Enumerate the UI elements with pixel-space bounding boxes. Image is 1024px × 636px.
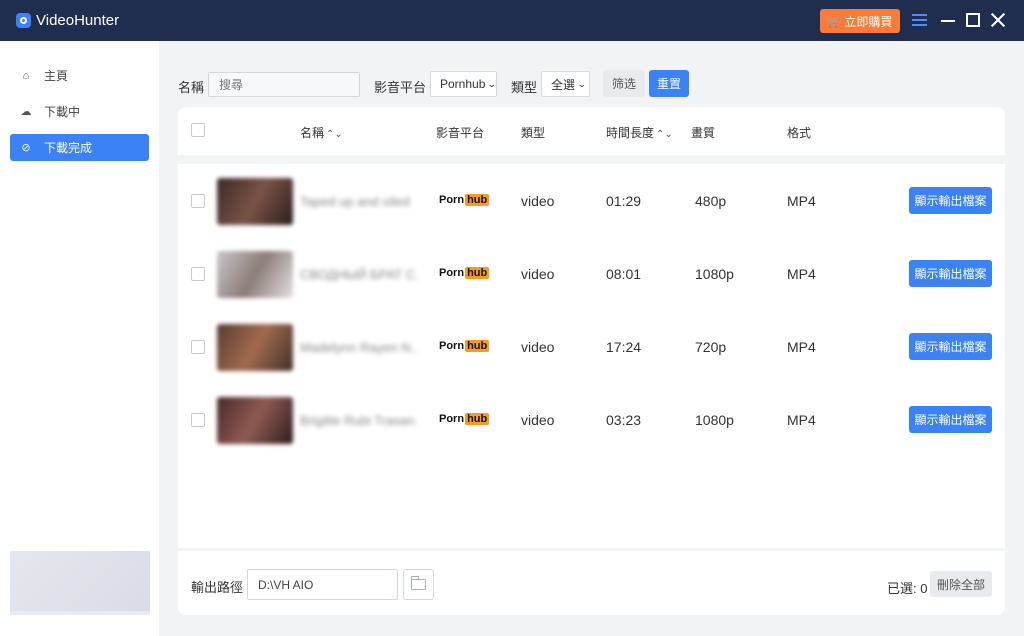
footer-bar: 輸出路徑 D:\VH AIO 已選: 0 刪除全部: [178, 551, 1005, 615]
video-title: Brigitte Rubi Trasan...: [300, 413, 418, 428]
row-checkbox[interactable]: [191, 267, 205, 281]
sort-icon: ⌃⌄: [326, 129, 343, 140]
table-row: Brigitte Rubi Trasan... Porn hub video 03…: [178, 383, 1005, 456]
sidebar-item-label: 下載完成: [44, 141, 93, 155]
cart-icon: 🛒: [827, 15, 842, 28]
video-title: СВОДНЫЙ БРАТ С...: [300, 267, 418, 282]
title-bar: VideoHunter 🛒 立即購買: [0, 0, 1024, 41]
minimize-icon[interactable]: [941, 20, 955, 22]
search-input[interactable]: [208, 72, 360, 97]
table-row: СВОДНЫЙ БРАТ С... Porn hub video 08:01 10…: [178, 237, 1005, 310]
filter-button[interactable]: 筛选: [603, 70, 645, 97]
selected-count: 已選: 0: [887, 581, 928, 596]
video-thumbnail: [217, 324, 293, 371]
chevron-down-icon: ⌄: [576, 78, 587, 89]
download-cloud-icon: ☁: [20, 106, 32, 118]
video-type: video: [521, 266, 555, 282]
app-title: VideoHunter: [36, 12, 120, 29]
sidebar-item-label: 下載中: [44, 105, 81, 119]
output-path-label: 輸出路徑: [191, 580, 244, 595]
platform-select-value: Pornhub: [440, 77, 486, 91]
folder-icon: [411, 576, 426, 590]
video-thumbnail: [217, 397, 293, 444]
table-row: Taped up and oiled Porn hub video 01:29 4…: [178, 164, 1005, 237]
browse-folder-button[interactable]: [403, 569, 434, 600]
chevron-down-icon: ⌄: [487, 78, 498, 89]
maximize-icon[interactable]: [966, 13, 980, 27]
close-icon[interactable]: [990, 12, 1006, 28]
video-type: video: [521, 193, 555, 209]
sidebar-item-completed[interactable]: ⊘ 下載完成: [10, 134, 149, 161]
type-select[interactable]: 全選 ⌄: [541, 71, 590, 97]
delete-all-button[interactable]: 刪除全部: [930, 571, 992, 597]
video-quality: 720p: [695, 339, 727, 355]
promo-card[interactable]: [10, 551, 150, 611]
column-header-name[interactable]: 名稱 ⌃⌄: [300, 124, 343, 141]
home-icon: ⌂: [22, 69, 30, 82]
column-header-format: 格式: [787, 126, 812, 140]
video-thumbnail: [217, 178, 293, 225]
sidebar: ⌂ 主頁 ☁ 下載中 ⊘ 下載完成: [0, 41, 159, 636]
sidebar-item-label: 主頁: [44, 69, 69, 83]
pornhub-logo-icon: Porn hub: [439, 340, 490, 352]
type-select-value: 全選: [551, 77, 576, 92]
column-header-platform: 影音平台: [436, 126, 485, 140]
show-output-file-button[interactable]: 顯示輸出檔案: [909, 333, 992, 360]
show-output-file-button[interactable]: 顯示輸出檔案: [909, 406, 992, 433]
video-title: Madelynn Rayen N...: [300, 340, 418, 355]
type-filter-label: 類型: [511, 80, 538, 95]
video-thumbnail: [217, 251, 293, 298]
menu-icon[interactable]: [912, 14, 927, 26]
sidebar-item-downloading[interactable]: ☁ 下載中: [10, 98, 149, 125]
name-filter-label: 名稱: [178, 80, 205, 95]
app-logo-icon: [16, 13, 31, 28]
video-duration: 17:24: [606, 339, 642, 355]
video-duration: 03:23: [606, 412, 642, 428]
video-duration: 01:29: [606, 193, 642, 209]
output-path-field[interactable]: D:\VH AIO: [247, 569, 398, 600]
column-header-type: 類型: [521, 126, 546, 140]
buy-now-label: 立即購買: [844, 14, 893, 29]
row-checkbox[interactable]: [191, 194, 205, 208]
platform-filter-label: 影音平台: [374, 80, 427, 95]
video-type: video: [521, 412, 555, 428]
video-format: MP4: [787, 339, 816, 355]
pornhub-logo-icon: Porn hub: [439, 267, 490, 279]
video-title: Taped up and oiled: [300, 194, 410, 209]
column-header-duration[interactable]: 時間長度 ⌃⌄: [606, 124, 673, 141]
pornhub-logo-icon: Porn hub: [439, 413, 490, 425]
check-circle-icon: ⊘: [21, 142, 31, 154]
buy-now-button[interactable]: 🛒 立即購買: [820, 9, 900, 33]
select-all-checkbox[interactable]: [191, 123, 205, 137]
reset-button[interactable]: 重置: [649, 70, 689, 97]
video-quality: 1080p: [695, 412, 734, 428]
video-quality: 1080p: [695, 266, 734, 282]
pornhub-logo-icon: Porn hub: [439, 194, 490, 206]
show-output-file-button[interactable]: 顯示輸出檔案: [909, 187, 992, 214]
video-duration: 08:01: [606, 266, 642, 282]
column-header-quality: 畫質: [691, 126, 716, 140]
sort-icon: ⌃⌄: [656, 129, 673, 140]
video-format: MP4: [787, 412, 816, 428]
video-format: MP4: [787, 193, 816, 209]
row-checkbox[interactable]: [191, 340, 205, 354]
video-type: video: [521, 339, 555, 355]
row-checkbox[interactable]: [191, 413, 205, 427]
show-output-file-button[interactable]: 顯示輸出檔案: [909, 260, 992, 287]
video-format: MP4: [787, 266, 816, 282]
table-row: Madelynn Rayen N... Porn hub video 17:24 …: [178, 310, 1005, 383]
sidebar-item-home[interactable]: ⌂ 主頁: [10, 62, 149, 89]
platform-select[interactable]: Pornhub ⌄: [430, 71, 497, 97]
video-quality: 480p: [695, 193, 727, 209]
